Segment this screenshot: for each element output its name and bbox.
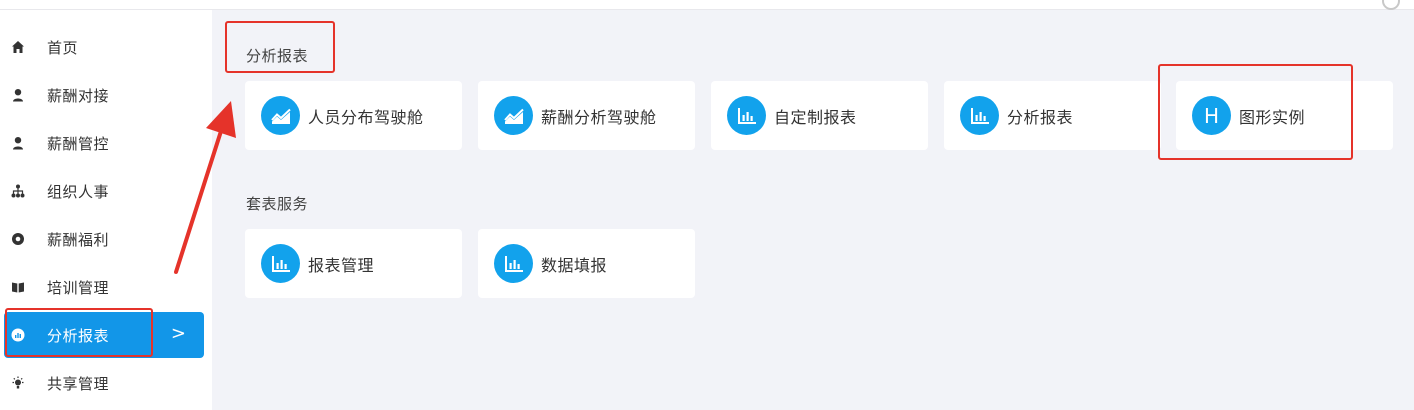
chart-circle-icon [10, 327, 26, 343]
dashboard-chart-icon [494, 96, 533, 135]
bar-chart-icon [727, 96, 766, 135]
sidebar-item-analysis-report[interactable]: 分析报表 > [4, 312, 204, 358]
sidebar-item-home[interactable]: 首页 [4, 24, 204, 70]
user-icon [10, 135, 26, 151]
sidebar-item-label: 组织人事 [47, 182, 110, 201]
lightbulb-icon [10, 375, 26, 391]
card-label: 报表管理 [308, 255, 375, 275]
section-title-analysis: 分析报表 [246, 47, 309, 65]
bar-chart-icon [960, 96, 999, 135]
bar-chart-icon [261, 244, 300, 283]
chevron-right-icon: > [170, 323, 186, 344]
home-icon [10, 39, 26, 55]
user-icon [10, 87, 26, 103]
sidebar-item-label: 薪酬管控 [47, 134, 110, 153]
user-icon[interactable] [1382, 0, 1400, 10]
sidebar-item-organization[interactable]: 组织人事 [4, 168, 204, 214]
card-custom-report[interactable]: 自定制报表 [711, 81, 928, 150]
card-label: 数据填报 [541, 255, 608, 275]
card-analysis-report[interactable]: 分析报表 [944, 81, 1161, 150]
sidebar-item-label: 薪酬对接 [47, 86, 110, 105]
sidebar-item-label: 薪酬福利 [47, 230, 110, 249]
top-bar [0, 0, 1414, 10]
book-icon [10, 279, 26, 295]
sidebar-item-welfare[interactable]: 薪酬福利 [4, 216, 204, 262]
sidebar-item-label: 分析报表 [47, 326, 110, 345]
sidebar-item-label: 培训管理 [47, 278, 110, 297]
sidebar-item-sharing[interactable]: 共享管理 [4, 360, 204, 406]
sidebar-item-salary-docking[interactable]: 薪酬对接 [4, 72, 204, 118]
org-tree-icon [10, 183, 26, 199]
card-label: 人员分布驾驶舱 [308, 107, 424, 127]
card-label: 图形实例 [1239, 107, 1306, 127]
sidebar-item-label: 共享管理 [47, 374, 110, 393]
card-personnel-dashboard[interactable]: 人员分布驾驶舱 [245, 81, 462, 150]
card-label: 薪酬分析驾驶舱 [541, 107, 657, 127]
section-title-service: 套表服务 [246, 195, 309, 213]
letter-h-icon: H [1192, 96, 1231, 135]
sidebar-item-training[interactable]: 培训管理 [4, 264, 204, 310]
sidebar: 首页 薪酬对接 薪酬管控 组织人事 薪酬福利 培训管理 分析报表 > 共享管理 [0, 10, 212, 410]
card-label: 自定制报表 [774, 107, 857, 127]
card-data-entry[interactable]: 数据填报 [478, 229, 695, 298]
bar-chart-icon [494, 244, 533, 283]
sidebar-item-salary-control[interactable]: 薪酬管控 [4, 120, 204, 166]
card-graph-examples[interactable]: H 图形实例 [1176, 81, 1393, 150]
sidebar-item-label: 首页 [47, 38, 79, 57]
dashboard-chart-icon [261, 96, 300, 135]
card-salary-dashboard[interactable]: 薪酬分析驾驶舱 [478, 81, 695, 150]
circle-dot-icon [10, 231, 26, 247]
card-report-management[interactable]: 报表管理 [245, 229, 462, 298]
card-label: 分析报表 [1007, 107, 1074, 127]
main-content: 分析报表 人员分布驾驶舱 薪酬分析驾驶舱 自定制报表 分析报表 H 图形实例 套… [212, 10, 1414, 410]
